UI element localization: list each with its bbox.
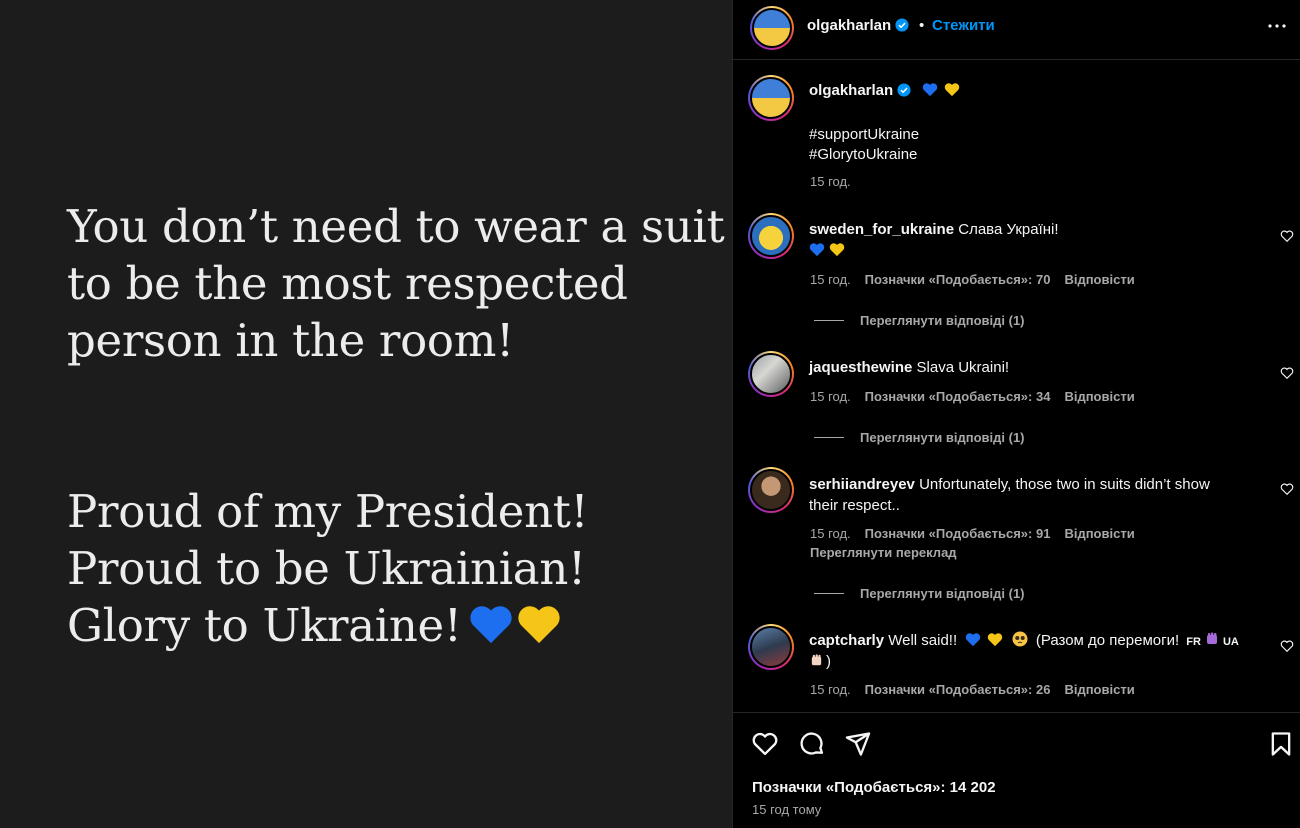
blue-heart-icon (966, 633, 981, 647)
verified-badge-icon (895, 18, 909, 32)
post-time[interactable]: 15 год тому (752, 802, 821, 817)
replies-divider (814, 320, 844, 321)
comment-body: ) (826, 653, 831, 670)
avatar[interactable] (750, 6, 794, 50)
flag-fr: FR (1186, 636, 1201, 648)
comment-likes[interactable]: Позначки «Подобається»: 70 (865, 272, 1051, 287)
reply-button[interactable]: Відповісти (1064, 272, 1134, 287)
comment-meta: 15 год. Позначки «Подобається»: 70 Відпові… (810, 272, 1149, 287)
comment-time[interactable]: 15 год. (810, 389, 851, 404)
like-comment-icon[interactable] (1280, 482, 1294, 496)
like-comment-icon[interactable] (1280, 229, 1294, 243)
purple-fist-icon (1206, 632, 1217, 644)
caption-hashtag[interactable]: #supportUkraine (809, 124, 919, 145)
avatar[interactable] (748, 624, 794, 670)
save-bookmark-icon[interactable] (1267, 730, 1295, 758)
caption-username[interactable]: olgakharlan (809, 82, 893, 99)
separator-dot: • (919, 17, 925, 34)
comment-text: jaquesthewine Slava Ukraini! (809, 357, 1009, 378)
comment-likes[interactable]: Позначки «Подобається»: 91 (865, 526, 1051, 541)
comment-body: Slava Ukraini! (916, 359, 1010, 376)
comment-text: captcharly Well said!! (Разом до перемог… (809, 630, 1242, 653)
blue-heart-icon (922, 83, 937, 97)
comment-text: serhiiandreyev Unfortunately, those two … (809, 474, 1210, 495)
comment-body-continued: ) (809, 651, 831, 672)
comment-meta: 15 год. Позначки «Подобається»: 26 Відпові… (810, 682, 1149, 697)
like-comment-icon[interactable] (1280, 366, 1294, 380)
post-image[interactable]: You don’t need to wear a suit to be the … (0, 0, 732, 828)
reply-button[interactable]: Відповісти (1064, 526, 1134, 541)
caption-time[interactable]: 15 год. (810, 174, 851, 189)
comments-list[interactable]: olgakharlan #supportUkraine #GlorytoUkra… (733, 61, 1300, 712)
comment-username[interactable]: sweden_for_ukraine (809, 221, 954, 238)
post-header: olgakharlan • Стежити (733, 0, 1300, 60)
yellow-heart-icon (988, 633, 1003, 647)
blue-heart-icon (809, 243, 825, 257)
like-comment-icon[interactable] (1280, 639, 1294, 653)
comment-body: Слава Україні! (958, 221, 1059, 238)
header-username[interactable]: olgakharlan (807, 17, 909, 34)
comment-meta: 15 год. Позначки «Подобається»: 91 Відпові… (810, 526, 1149, 541)
quote-line-text: Glory to Ukraine! (67, 599, 462, 652)
quote-line: You don’t need to wear a suit (67, 200, 725, 253)
quote-text-1: You don’t need to wear a suit to be the … (67, 198, 725, 369)
view-replies-button[interactable]: Переглянути відповіді (1) (860, 313, 1025, 328)
comment-body: Well said!! (888, 632, 958, 649)
see-translation-button[interactable]: Переглянути переклад (810, 545, 957, 560)
comment-meta: 15 год. Позначки «Подобається»: 34 Відпові… (810, 389, 1149, 404)
reply-button[interactable]: Відповісти (1064, 682, 1134, 697)
like-icon[interactable] (751, 730, 779, 758)
quote-line-with-hearts: Glory to Ukraine! (67, 597, 588, 654)
comment-time[interactable]: 15 год. (810, 526, 851, 541)
post-sidebar: olgakharlan • Стежити olgakharlan #suppo… (732, 0, 1300, 828)
verified-badge-icon (897, 83, 911, 97)
username-text[interactable]: olgakharlan (807, 17, 891, 34)
pleading-face-icon (1012, 631, 1028, 647)
replies-divider (814, 593, 844, 594)
follow-button[interactable]: Стежити (932, 17, 995, 34)
comment-username[interactable]: captcharly (809, 632, 884, 649)
reply-button[interactable]: Відповісти (1064, 389, 1134, 404)
comment-likes[interactable]: Позначки «Подобається»: 34 (865, 389, 1051, 404)
replies-divider (814, 437, 844, 438)
avatar[interactable] (748, 213, 794, 259)
quote-text-2: Proud of my President! Proud to be Ukrai… (67, 483, 589, 654)
comment-icon[interactable] (798, 730, 826, 758)
view-replies-button[interactable]: Переглянути відповіді (1) (860, 586, 1025, 601)
avatar[interactable] (748, 467, 794, 513)
blue-heart-icon (470, 606, 512, 644)
likes-count[interactable]: Позначки «Подобається»: 14 202 (752, 779, 996, 796)
quote-line: Proud of my President! (67, 485, 589, 538)
raised-fist-icon (811, 654, 822, 666)
comment-time[interactable]: 15 год. (810, 272, 851, 287)
comment-body: (Разом до перемоги! (1035, 632, 1180, 649)
avatar[interactable] (748, 75, 794, 121)
share-icon[interactable] (844, 730, 872, 758)
comment-username[interactable]: serhiiandreyev (809, 476, 915, 493)
view-replies-button[interactable]: Переглянути відповіді (1) (860, 430, 1025, 445)
caption-hashtag[interactable]: #GlorytoUkraine (809, 144, 917, 165)
comment-likes[interactable]: Позначки «Подобається»: 26 (865, 682, 1051, 697)
quote-line: Proud to be Ukrainian! (67, 542, 586, 595)
comment-body-continued: their respect.. (809, 497, 900, 514)
quote-line: to be the most respected (67, 257, 628, 310)
yellow-heart-icon (830, 243, 845, 257)
post-actions: Позначки «Подобається»: 14 202 15 год то… (733, 712, 1300, 828)
yellow-heart-icon (518, 606, 560, 644)
quote-line: person in the room! (67, 314, 514, 367)
comment-body: Unfortunately, those two in suits didn’t… (919, 476, 1210, 493)
yellow-heart-icon (944, 83, 960, 97)
avatar[interactable] (748, 351, 794, 397)
comment-username[interactable]: jaquesthewine (809, 359, 912, 376)
caption-header: olgakharlan (809, 82, 960, 100)
flag-ua: UA (1222, 636, 1239, 648)
comment-hearts (809, 242, 845, 262)
comment-text: sweden_for_ukraine Слава Україні! (809, 219, 1059, 240)
comment-time[interactable]: 15 год. (810, 682, 851, 697)
more-options-icon[interactable] (1265, 14, 1289, 38)
